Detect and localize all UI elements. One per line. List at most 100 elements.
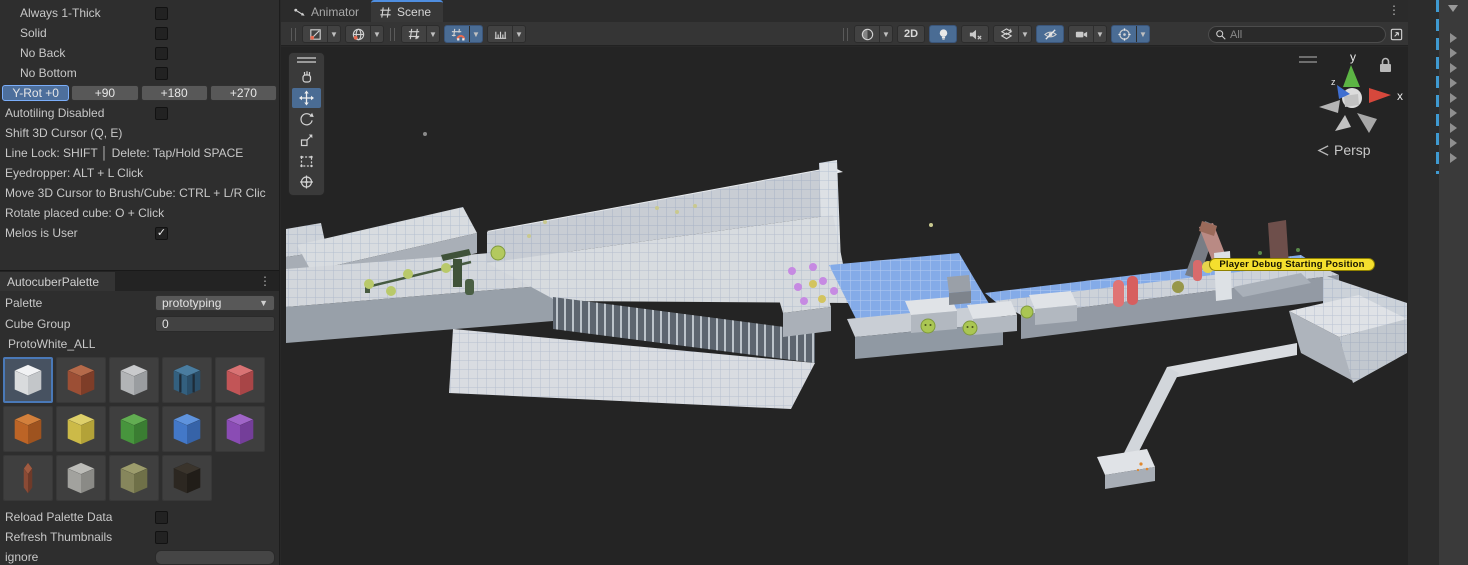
scene-lighting-button[interactable] <box>929 25 957 43</box>
chevron-down-icon[interactable]: ▼ <box>1093 26 1106 42</box>
grid-visibility-button[interactable]: ▼ <box>401 25 440 43</box>
foldout-arrow-icon[interactable] <box>1450 93 1457 103</box>
always-1-thick-checkbox[interactable] <box>155 6 168 20</box>
palette-swatch[interactable] <box>56 357 106 403</box>
chevron-down-icon[interactable]: ▼ <box>469 26 482 42</box>
scene-3d-canvas <box>286 132 1407 489</box>
shading-mode-button[interactable]: ▼ <box>854 25 893 43</box>
scale-icon <box>300 134 313 147</box>
foldout-arrow-icon[interactable] <box>1450 48 1457 58</box>
scene-toolbar: ▼ ▼ ▼ ▼ ▼ ▼ 2D ▼ ▼ ▼ All <box>281 22 1408 46</box>
palette-swatch[interactable] <box>109 357 159 403</box>
lightbulb-icon <box>930 26 956 42</box>
chevron-down-icon[interactable]: ▼ <box>426 26 439 42</box>
gizmos-button[interactable]: ▼ <box>1111 25 1150 43</box>
palette-swatch[interactable] <box>162 357 212 403</box>
effects-button[interactable]: ▼ <box>993 25 1032 43</box>
scene-audio-button[interactable] <box>961 25 989 43</box>
autocuber-palette-tab[interactable]: AutocuberPalette <box>0 272 115 291</box>
window-menu-icon[interactable]: ⋮ <box>1388 3 1400 17</box>
chevron-down-icon[interactable]: ▼ <box>1018 26 1031 42</box>
palette-swatch[interactable] <box>215 357 265 403</box>
grid-snap-button[interactable]: ▼ <box>444 25 483 43</box>
hidden-objects-button[interactable] <box>1036 25 1064 43</box>
foldout-arrow-icon[interactable] <box>1450 78 1457 88</box>
toggle-row: No Bottom <box>0 63 279 83</box>
no-back-checkbox[interactable] <box>155 46 168 60</box>
dock-divider-dashes[interactable] <box>1436 0 1439 174</box>
foldout-arrow-icon[interactable] <box>1450 33 1457 43</box>
tool-handle-pivot-button[interactable]: ▼ <box>302 25 341 43</box>
foldout-arrow-icon[interactable] <box>1450 123 1457 133</box>
lock-icon[interactable] <box>1380 57 1391 73</box>
ignore-label: ignore <box>5 550 39 564</box>
cube-group-label: Cube Group <box>5 316 71 331</box>
palette-swatch[interactable] <box>56 406 106 452</box>
foldout-open-icon[interactable] <box>1448 5 1458 12</box>
chevron-down-icon[interactable]: ▼ <box>1136 26 1149 42</box>
hint-rotate-cube: Rotate placed cube: O + Click <box>5 206 165 220</box>
autotiling-checkbox[interactable] <box>155 106 168 120</box>
foldout-arrow-icon[interactable] <box>1450 138 1457 148</box>
search-icon <box>1216 29 1226 40</box>
scene-search-box[interactable] <box>1208 26 1386 43</box>
rect-tool-button[interactable] <box>292 151 321 171</box>
foldout-arrow-icon[interactable] <box>1450 153 1457 163</box>
y-rot-0-button[interactable]: Y-Rot +0 <box>2 85 70 101</box>
scene-viewport[interactable]: y x z Persp Player Debug Starting Positi… <box>281 47 1408 565</box>
reload-palette-checkbox[interactable] <box>155 510 168 524</box>
chevron-down-icon[interactable]: ▼ <box>512 26 525 42</box>
palette-swatch[interactable] <box>3 455 53 501</box>
autocuber-settings-panel: Always 1-Thick Solid No Back No Bottom Y… <box>0 0 280 565</box>
palette-swatch[interactable] <box>3 406 53 452</box>
palette-swatch[interactable] <box>162 455 212 501</box>
palette-dropdown[interactable]: prototyping ▼ <box>155 294 275 311</box>
scene-dock: Animator Scene ⋮ ▼ ▼ ▼ ▼ ▼ ▼ 2D ▼ ▼ ▼ Al… <box>281 0 1408 565</box>
scale-tool-button[interactable] <box>292 130 321 150</box>
y-rot-180-button[interactable]: +180 <box>140 85 208 101</box>
transform-tool-icon <box>300 175 313 189</box>
chevron-down-icon[interactable]: ▼ <box>879 26 892 42</box>
tab-scene[interactable]: Scene <box>371 0 444 22</box>
footer-row: Reload Palette Data <box>0 507 279 527</box>
x-axis-label: x <box>1397 89 1403 103</box>
refresh-thumbnails-checkbox[interactable] <box>155 530 168 544</box>
chevron-down-icon[interactable]: ▼ <box>327 26 340 42</box>
tab-animator[interactable]: Animator <box>285 2 371 22</box>
cube-group-field[interactable]: 0 <box>155 315 275 332</box>
chevron-down-icon[interactable]: ▼ <box>370 26 383 42</box>
increment-snap-button[interactable]: ▼ <box>487 25 526 43</box>
palette-swatch[interactable] <box>109 406 159 452</box>
unity-editor-window: Always 1-Thick Solid No Back No Bottom Y… <box>0 0 1468 565</box>
orientation-gizmo[interactable]: y x z <box>1295 49 1408 145</box>
projection-toggle[interactable]: Persp <box>1317 142 1371 158</box>
palette-swatch[interactable] <box>215 406 265 452</box>
hand-tool-button[interactable] <box>292 67 321 87</box>
foldout-arrow-icon[interactable] <box>1450 108 1457 118</box>
foldout-arrow-icon[interactable] <box>1450 63 1457 73</box>
search-input[interactable] <box>1230 28 1360 41</box>
palette-menu-icon[interactable]: ⋮ <box>259 274 271 288</box>
hint-eyedropper: Eyedropper: ALT + L Click <box>5 166 144 180</box>
transform-tool-button[interactable] <box>292 172 321 192</box>
solid-checkbox[interactable] <box>155 26 168 40</box>
grid-axis-icon <box>402 26 426 42</box>
y-rot-270-button[interactable]: +270 <box>209 85 277 101</box>
palette-swatch[interactable] <box>56 455 106 501</box>
tool-rotation-globe-button[interactable]: ▼ <box>345 25 384 43</box>
ignore-field[interactable] <box>155 549 275 565</box>
palette-swatch[interactable] <box>109 455 159 501</box>
overlay-drag-handle[interactable] <box>297 57 316 63</box>
palette-swatch[interactable] <box>162 406 212 452</box>
player-debug-start-label[interactable]: Player Debug Starting Position <box>1209 258 1375 271</box>
y-rot-90-button[interactable]: +90 <box>71 85 139 101</box>
2d-view-button[interactable]: 2D <box>897 25 925 43</box>
cube-group-name: ProtoWhite_ALL <box>8 337 96 351</box>
rotate-tool-button[interactable] <box>292 109 321 129</box>
expand-panel-icon[interactable] <box>1389 27 1404 42</box>
melos-is-user-checkbox[interactable] <box>155 226 168 240</box>
move-tool-button[interactable] <box>292 88 321 108</box>
no-bottom-checkbox[interactable] <box>155 66 168 80</box>
palette-swatch[interactable] <box>3 357 53 403</box>
camera-settings-button[interactable]: ▼ <box>1068 25 1107 43</box>
